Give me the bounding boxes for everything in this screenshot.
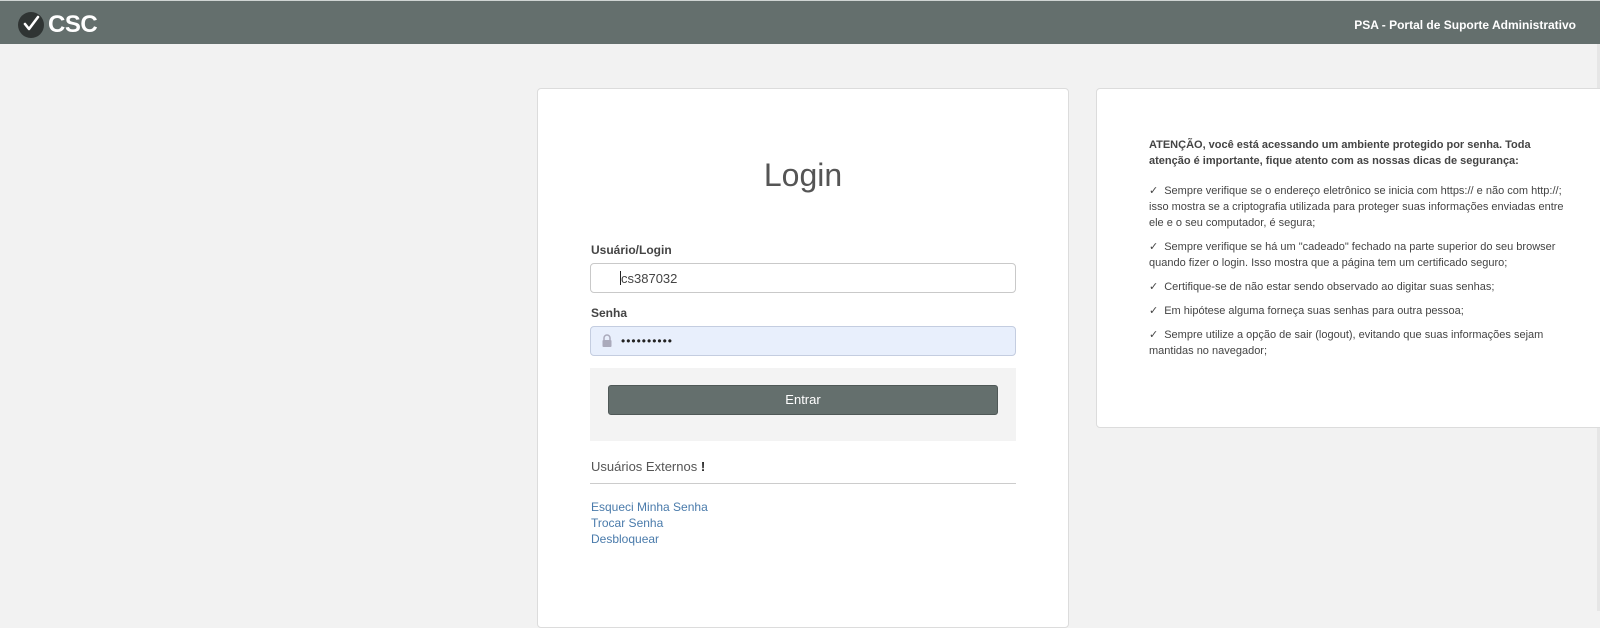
check-icon: ✓ [1149,185,1159,197]
user-input-value: cs387032 [621,270,678,286]
security-tip: ✓ Sempre verifique se o endereço eletrôni… [1149,183,1575,231]
entrar-button[interactable]: Entrar [608,385,998,415]
security-notice-body: ATENÇÃO, você está acessando um ambiente… [1149,137,1575,367]
change-password-link[interactable]: Trocar Senha [591,515,708,531]
exclamation-icon: ! [700,459,706,474]
security-tip-text: Sempre utilize a opção de sair (logout),… [1149,329,1544,357]
user-label: Usuário/Login [591,243,672,257]
account-links: Esqueci Minha Senha Trocar Senha Desbloq… [591,499,708,547]
security-tip-text: Certifique-se de não estar sendo observa… [1164,281,1495,293]
password-label: Senha [591,306,628,320]
check-icon: ✓ [1149,281,1159,293]
login-title: Login [763,157,843,193]
security-tip-text: Sempre verifique se o endereço eletrônic… [1149,185,1564,229]
login-card: Login Usuário/Login cs387032 Senha •••••… [537,88,1069,628]
csc-logo[interactable]: CSC [18,11,98,38]
security-tip: ✓ Sempre verifique se há um "cadeado" fec… [1149,239,1575,271]
security-tip: ✓ Certifique-se de não estar sendo observ… [1149,279,1575,295]
button-panel: Entrar [590,368,1016,441]
logo-text: CSC [48,11,98,38]
unlock-link[interactable]: Desbloquear [591,531,708,547]
security-tip-text: Sempre verifique se há um "cadeado" fech… [1149,241,1556,269]
portal-title: PSA - Portal de Suporte Administrativo [1354,18,1576,32]
check-icon: ✓ [1149,241,1159,253]
external-users-label: Usuários Externos [591,459,698,474]
password-value: •••••••••• [621,334,674,348]
lock-icon [601,334,613,348]
check-icon: ✓ [1149,305,1159,317]
password-input[interactable]: •••••••••• [590,326,1016,356]
checkmark-icon [18,12,44,38]
security-tip: ✓ Em hipótese alguma forneça suas senhas … [1149,303,1575,319]
security-tip: ✓ Sempre utilize a opção de sair (logout)… [1149,327,1575,359]
forgot-password-link[interactable]: Esqueci Minha Senha [591,499,708,515]
check-icon: ✓ [1149,329,1159,341]
external-users-heading: Usuários Externos ! [591,459,705,474]
security-tip-text: Em hipótese alguma forneça suas senhas p… [1164,305,1464,317]
user-input[interactable]: cs387032 [590,263,1016,293]
divider [590,483,1016,484]
security-notice-heading: ATENÇÃO, você está acessando um ambiente… [1149,139,1531,167]
security-notice-card: ATENÇÃO, você está acessando um ambiente… [1096,88,1600,428]
top-bar: CSC PSA - Portal de Suporte Administrati… [0,0,1600,44]
